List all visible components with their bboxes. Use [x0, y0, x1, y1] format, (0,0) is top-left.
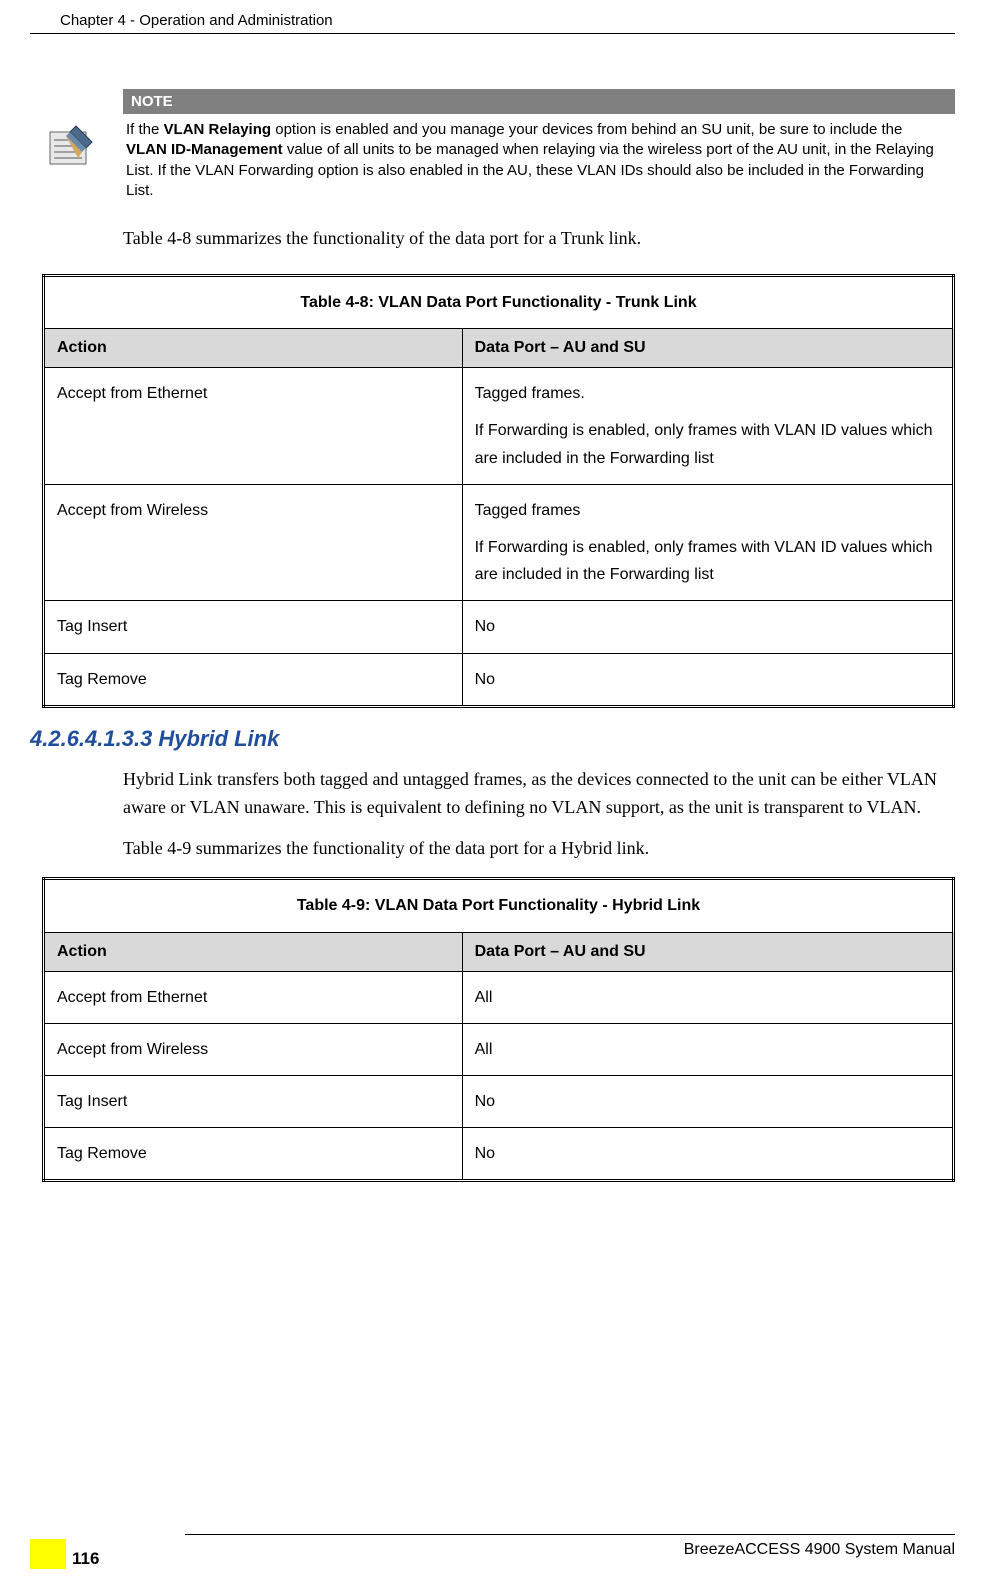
table-header-port: Data Port – AU and SU — [462, 932, 953, 971]
table-title-row: Table 4-8: VLAN Data Port Functionality … — [44, 276, 954, 329]
table-title-row: Table 4-9: VLAN Data Port Functionality … — [44, 879, 954, 932]
table-row: Tag Remove No — [44, 653, 954, 706]
note-pencil-icon — [48, 124, 96, 169]
page-content: NOTE If the VLAN Relaying option is enab… — [0, 34, 985, 1182]
table-title: Table 4-9: VLAN Data Port Functionality … — [44, 879, 954, 932]
note-text: If the — [126, 121, 164, 138]
page-number: 116 — [66, 1549, 99, 1568]
table-cell-action: Tag Insert — [44, 1075, 463, 1127]
table-row: Tag Remove No — [44, 1128, 954, 1181]
table-title: Table 4-8: VLAN Data Port Functionality … — [44, 276, 954, 329]
spacer — [475, 407, 940, 417]
page-marker-icon — [30, 1539, 48, 1569]
table-cell-text: Tagged frames — [475, 497, 940, 524]
table-cell-action: Accept from Ethernet — [44, 368, 463, 485]
body-paragraph-2: Table 4-9 summarizes the functionality o… — [123, 835, 955, 863]
table-row: Tag Insert No — [44, 1075, 954, 1127]
table-cell-action: Accept from Wireless — [44, 484, 463, 601]
section-heading: 4.2.6.4.1.3.3Hybrid Link — [30, 726, 955, 752]
section-number: 4.2.6.4.1.3.3 — [30, 726, 152, 752]
table-cell-text: If Forwarding is enabled, only frames wi… — [475, 417, 940, 471]
table-row: Accept from Wireless All — [44, 1023, 954, 1075]
table-cell-action: Accept from Ethernet — [44, 971, 463, 1023]
table-header-port: Data Port – AU and SU — [462, 329, 953, 368]
table-cell-action: Accept from Wireless — [44, 1023, 463, 1075]
table-cell-action: Tag Remove — [44, 653, 463, 706]
table-header-row: Action Data Port – AU and SU — [44, 329, 954, 368]
table-cell-text: Tagged frames. — [475, 380, 940, 407]
table-header-action: Action — [44, 932, 463, 971]
page-footer: BreezeACCESS 4900 System Manual — [30, 1534, 955, 1559]
table-cell-port: Tagged frames If Forwarding is enabled, … — [462, 484, 953, 601]
table-row: Accept from Wireless Tagged frames If Fo… — [44, 484, 954, 601]
table-cell-port: No — [462, 601, 953, 653]
note-bold-2: VLAN ID-Management — [126, 141, 283, 158]
table-header-row: Action Data Port – AU and SU — [44, 932, 954, 971]
table-cell-port: No — [462, 1128, 953, 1181]
note-bold-1: VLAN Relaying — [164, 121, 272, 138]
note-label: NOTE — [123, 89, 955, 114]
note-body: If the VLAN Relaying option is enabled a… — [123, 114, 955, 205]
note-text: option is enabled and you manage your de… — [271, 121, 902, 138]
footer-manual-title: BreezeACCESS 4900 System Manual — [30, 1541, 955, 1559]
table-cell-port: All — [462, 1023, 953, 1075]
table-cell-port: No — [462, 1075, 953, 1127]
chapter-title: Chapter 4 - Operation and Administration — [60, 12, 333, 29]
table-cell-action: Tag Insert — [44, 601, 463, 653]
note-box: NOTE If the VLAN Relaying option is enab… — [123, 89, 955, 205]
footer-divider — [185, 1534, 955, 1535]
table-trunk-link: Table 4-8: VLAN Data Port Functionality … — [42, 274, 955, 708]
table-cell-port: Tagged frames. If Forwarding is enabled,… — [462, 368, 953, 485]
table-cell-text: If Forwarding is enabled, only frames wi… — [475, 534, 940, 588]
section-title: Hybrid Link — [158, 726, 279, 751]
table-hybrid-link: Table 4-9: VLAN Data Port Functionality … — [42, 877, 955, 1182]
table-cell-action: Tag Remove — [44, 1128, 463, 1181]
spacer — [475, 524, 940, 534]
table-row: Accept from Ethernet All — [44, 971, 954, 1023]
table-cell-port: No — [462, 653, 953, 706]
table-row: Accept from Ethernet Tagged frames. If F… — [44, 368, 954, 485]
table-row: Tag Insert No — [44, 601, 954, 653]
intro-paragraph-1: Table 4-8 summarizes the functionality o… — [123, 225, 955, 252]
page-number-box: 116 — [30, 1539, 99, 1569]
table-header-action: Action — [44, 329, 463, 368]
body-paragraph-1: Hybrid Link transfers both tagged and un… — [123, 766, 955, 822]
page-header: Chapter 4 - Operation and Administration — [30, 0, 955, 34]
table-cell-port: All — [462, 971, 953, 1023]
page-marker-icon — [48, 1539, 66, 1569]
